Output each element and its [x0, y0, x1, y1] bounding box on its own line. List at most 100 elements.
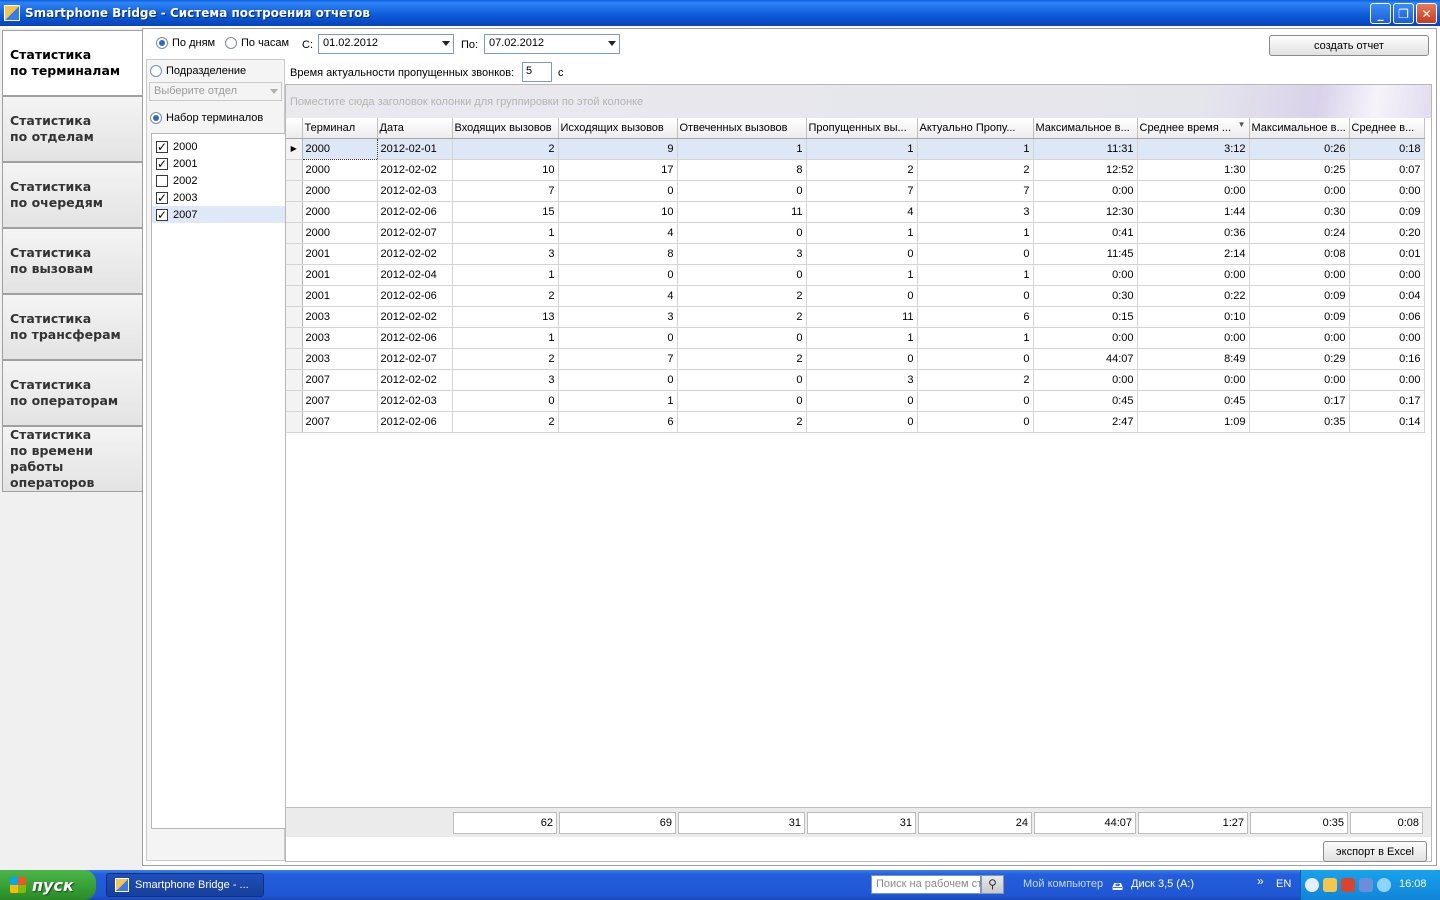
table-cell[interactable]: 1	[558, 390, 678, 412]
table-cell[interactable]: 1	[806, 138, 918, 160]
table-cell[interactable]: 0:25	[1249, 159, 1350, 181]
table-row[interactable]: 2000 2012-02-03 7 0 0 7 7 0:00 0:00 0:00 0:00	[286, 180, 1425, 202]
disk-link[interactable]: Диск 3,5 (A:)	[1131, 878, 1194, 890]
row-indicator[interactable]	[286, 390, 303, 412]
table-cell[interactable]: 2	[452, 285, 559, 307]
table-cell[interactable]: 0:09	[1349, 201, 1425, 223]
table-cell[interactable]: 0	[917, 243, 1034, 265]
my-computer-link[interactable]: Мой компьютер	[1023, 878, 1103, 890]
table-cell[interactable]: 2012-02-06	[377, 201, 453, 223]
table-cell[interactable]: 1:09	[1137, 411, 1250, 433]
table-cell[interactable]: 1:30	[1137, 159, 1250, 181]
table-cell[interactable]: 0:04	[1349, 285, 1425, 307]
column-header[interactable]: Актуально Пропу...	[917, 118, 1034, 139]
close-button[interactable]: ✕	[1416, 3, 1437, 24]
table-cell[interactable]: 0:00	[1249, 264, 1350, 286]
table-cell[interactable]: 0:17	[1349, 390, 1425, 412]
column-header[interactable]: Отвеченных вызовов	[677, 118, 807, 139]
table-row[interactable]: 2000 2012-02-07 1 4 0 1 1 0:41 0:36 0:24 0:20	[286, 222, 1425, 244]
table-cell[interactable]: 1	[806, 222, 918, 244]
table-cell[interactable]: 0	[917, 348, 1034, 370]
checkbox[interactable]: ✓	[156, 191, 168, 204]
back-arrow-icon[interactable]	[1305, 878, 1319, 892]
row-indicator[interactable]	[286, 180, 303, 202]
row-indicator[interactable]	[286, 306, 303, 328]
table-cell[interactable]: 0:15	[1033, 306, 1138, 328]
table-cell[interactable]: 0:00	[1033, 180, 1138, 202]
table-cell[interactable]: 2	[677, 285, 807, 307]
chevron-down-icon[interactable]	[608, 41, 616, 46]
column-header-filtered[interactable]: Среднее время ... ▼	[1137, 118, 1250, 139]
group-panel[interactable]: Поместите сюда заголовок колонки для гру…	[286, 85, 1431, 118]
row-indicator[interactable]	[286, 201, 303, 223]
terminals-radio[interactable]	[150, 112, 162, 124]
table-cell[interactable]: 0	[677, 369, 807, 391]
table-cell[interactable]: 1	[806, 264, 918, 286]
table-cell[interactable]: 12:52	[1033, 159, 1138, 181]
table-cell[interactable]: 0:00	[1349, 369, 1425, 391]
table-cell[interactable]: 0	[677, 390, 807, 412]
chevron-down-icon[interactable]	[270, 89, 278, 94]
table-cell[interactable]: 3:12	[1137, 138, 1250, 160]
table-cell[interactable]: 0:00	[1249, 180, 1350, 202]
table-cell[interactable]: 0:00	[1033, 264, 1138, 286]
table-cell[interactable]: 2:14	[1137, 243, 1250, 265]
table-cell[interactable]: 4	[558, 285, 678, 307]
table-cell[interactable]: 2012-02-06	[377, 285, 453, 307]
table-cell[interactable]: 0:00	[1137, 327, 1250, 349]
table-cell[interactable]: 2007	[302, 369, 378, 391]
table-cell[interactable]: 0:26	[1249, 138, 1350, 160]
table-cell[interactable]: 1	[677, 138, 807, 160]
table-row[interactable]: 2003 2012-02-06 1 0 0 1 1 0:00 0:00 0:00 0:00	[286, 327, 1425, 349]
table-cell[interactable]: 0	[917, 285, 1034, 307]
table-cell[interactable]: 11:31	[1033, 138, 1138, 160]
table-cell[interactable]: 6	[917, 306, 1034, 328]
column-header[interactable]: Терминал	[302, 118, 378, 139]
table-cell[interactable]: 2012-02-04	[377, 264, 453, 286]
table-cell[interactable]: 0	[806, 285, 918, 307]
table-cell[interactable]: 1	[806, 327, 918, 349]
table-cell[interactable]: 2001	[302, 243, 378, 265]
table-cell[interactable]: 0	[806, 390, 918, 412]
table-cell[interactable]: 0:00	[1137, 180, 1250, 202]
table-cell[interactable]: 0	[917, 411, 1034, 433]
row-indicator[interactable]	[286, 159, 303, 181]
table-cell[interactable]: 2012-02-02	[377, 159, 453, 181]
table-row[interactable]: 2007 2012-02-02 3 0 0 3 2 0:00 0:00 0:00 0:00	[286, 369, 1425, 391]
table-cell[interactable]: 0	[677, 180, 807, 202]
tab-queues[interactable]: Статистика по очередям	[2, 162, 143, 228]
by-hours-option[interactable]: По часам	[225, 37, 289, 49]
table-cell[interactable]: 10	[452, 159, 559, 181]
table-row[interactable]: 2003 2012-02-02 13 3 2 11 6 0:15 0:10 0:09 0:06	[286, 306, 1425, 328]
table-cell[interactable]: 0:00	[1349, 264, 1425, 286]
table-cell[interactable]: 1	[917, 222, 1034, 244]
table-row[interactable]: ▶ 2000 2012-02-01 2 9 1 1 1 11:31 3:12 0:26 0:18	[286, 137, 1425, 160]
table-cell[interactable]: 2	[452, 138, 559, 160]
table-cell[interactable]: 4	[558, 222, 678, 244]
table-cell[interactable]: 0:17	[1249, 390, 1350, 412]
table-cell[interactable]: 0:45	[1033, 390, 1138, 412]
table-cell[interactable]: 0:00	[1033, 369, 1138, 391]
table-cell[interactable]: 0:16	[1349, 348, 1425, 370]
terminal-item[interactable]: ✓ 2007	[152, 206, 286, 223]
table-cell[interactable]: 2000	[302, 201, 378, 223]
table-cell[interactable]: 3	[917, 201, 1034, 223]
table-cell[interactable]: 3	[677, 243, 807, 265]
search-icon[interactable]: ⚲	[981, 875, 1004, 894]
table-cell[interactable]: 2:47	[1033, 411, 1138, 433]
table-cell[interactable]: 1:44	[1137, 201, 1250, 223]
terminal-item[interactable]: ✓ 2003	[152, 189, 286, 206]
table-cell[interactable]: 8:49	[1137, 348, 1250, 370]
table-row[interactable]: 2007 2012-02-06 2 6 2 0 0 2:47 1:09 0:35 0:14	[286, 411, 1425, 433]
table-cell[interactable]: 0	[806, 243, 918, 265]
terminal-item[interactable]: 2002	[152, 172, 286, 189]
table-cell[interactable]: 0	[558, 327, 678, 349]
table-cell[interactable]: 0	[558, 180, 678, 202]
table-row[interactable]: 2001 2012-02-02 3 8 3 0 0 11:45 2:14 0:08 0:01	[286, 243, 1425, 265]
table-cell[interactable]: 13	[452, 306, 559, 328]
table-cell[interactable]: 2	[677, 348, 807, 370]
table-cell[interactable]: 2001	[302, 285, 378, 307]
minimize-button[interactable]: _	[1370, 3, 1391, 24]
table-cell[interactable]: 1	[917, 264, 1034, 286]
row-indicator[interactable]	[286, 243, 303, 265]
